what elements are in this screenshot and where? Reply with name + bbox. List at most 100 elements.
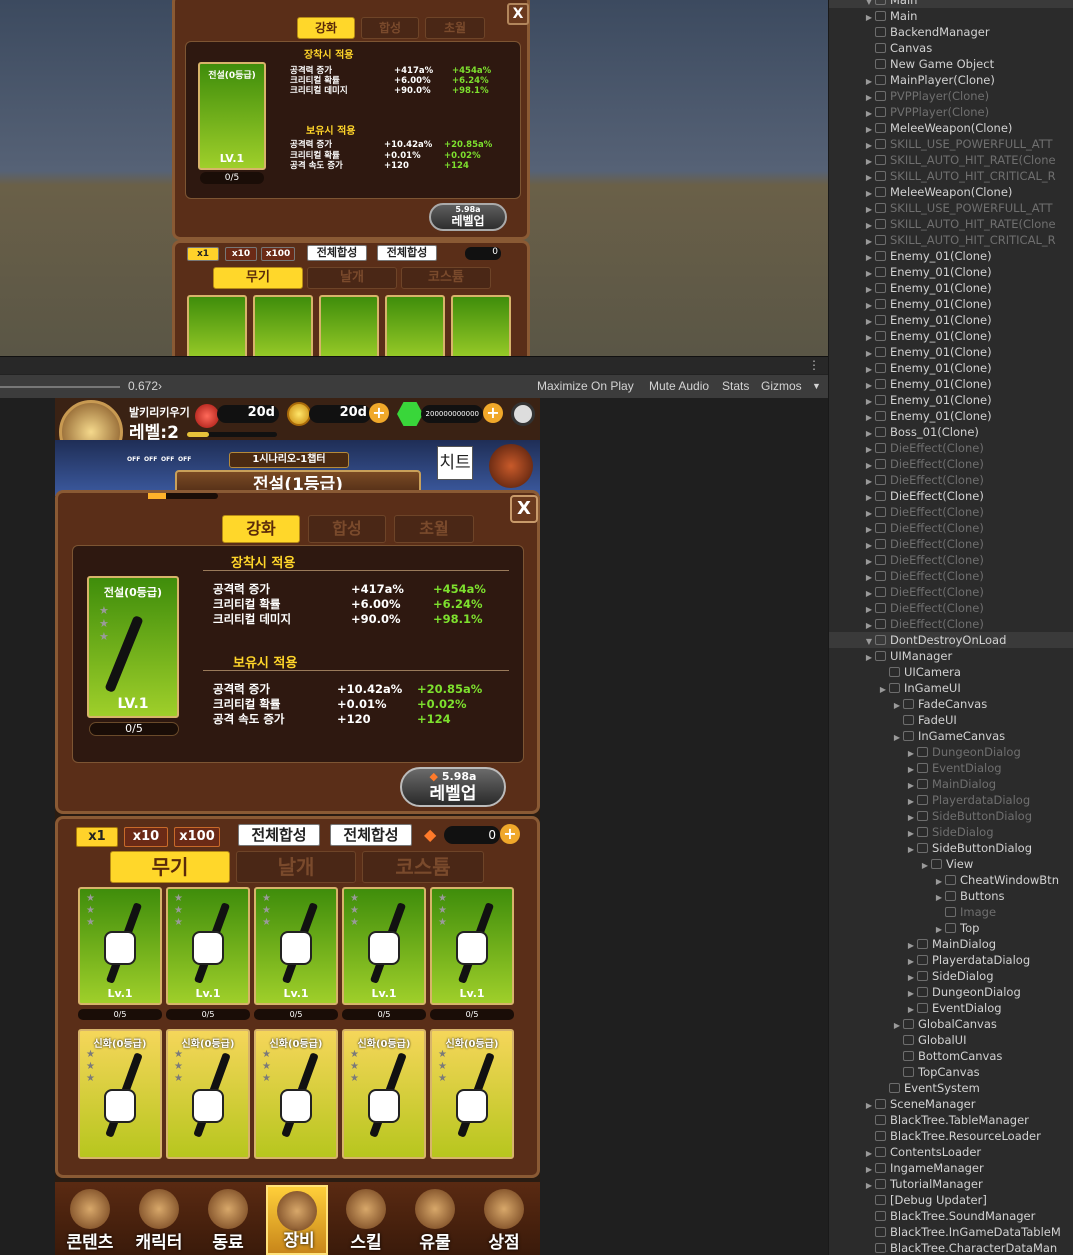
- gem-add-button[interactable]: +: [483, 403, 503, 423]
- hierarchy-item[interactable]: ▶ Buttons: [933, 888, 1005, 904]
- hierarchy-item[interactable]: GlobalUI: [891, 1032, 967, 1048]
- maximize-on-play-toggle[interactable]: Maximize On Play: [537, 379, 634, 393]
- hierarchy-item[interactable]: ▶ SceneManager: [863, 1096, 976, 1112]
- hierarchy-item[interactable]: BlackTree.InGameDataTableM: [863, 1224, 1061, 1240]
- hierarchy-item[interactable]: Canvas: [863, 40, 932, 56]
- merge-all-button-2[interactable]: 전체합성: [330, 824, 412, 846]
- nav-content[interactable]: 콘텐츠: [59, 1185, 121, 1255]
- weapon-card[interactable]: ★ ★ ★ Lv.1: [254, 887, 338, 1005]
- weapon-card[interactable]: ★ ★ ★ Lv.1: [342, 887, 426, 1005]
- merge-all-button[interactable]: 전체합성: [238, 824, 320, 846]
- hierarchy-item[interactable]: ▶ GlobalCanvas: [891, 1016, 997, 1032]
- scene-grid-card[interactable]: [187, 295, 247, 356]
- scene-mult-x10[interactable]: x10: [225, 247, 257, 261]
- hierarchy-item[interactable]: ▶ DieEffect(Clone): [863, 472, 984, 488]
- nav-companion[interactable]: 동료: [197, 1185, 259, 1255]
- cat-weapon[interactable]: 무기: [110, 851, 230, 883]
- hierarchy-item[interactable]: ▶ IngameManager: [863, 1160, 984, 1176]
- hierarchy-item[interactable]: ▶ SideDialog: [905, 824, 994, 840]
- scene-tab-enhance[interactable]: 강화: [297, 17, 355, 39]
- scene-merge-all-button-2[interactable]: 전체합성: [377, 245, 437, 261]
- hierarchy-item[interactable]: ▶ Main: [863, 8, 918, 24]
- hierarchy-item[interactable]: TopCanvas: [891, 1064, 980, 1080]
- hierarchy-item[interactable]: ▶ Enemy_01(Clone): [863, 360, 992, 376]
- nav-shop[interactable]: 상점: [473, 1185, 535, 1255]
- hierarchy-item[interactable]: ▶ ContentsLoader: [863, 1144, 981, 1160]
- hierarchy-item[interactable]: ▶ DieEffect(Clone): [863, 552, 984, 568]
- hierarchy-item[interactable]: ▶ DieEffect(Clone): [863, 616, 984, 632]
- stats-toggle[interactable]: Stats: [722, 379, 749, 393]
- mythic-card[interactable]: 신화(0등급) ★ ★ ★: [254, 1029, 338, 1159]
- weapon-card[interactable]: ★ ★ ★ Lv.1: [78, 887, 162, 1005]
- weapon-card[interactable]: ★ ★ ★ Lv.1: [166, 887, 250, 1005]
- hierarchy-item[interactable]: ▶ Enemy_01(Clone): [863, 392, 992, 408]
- panel-divider[interactable]: ⋮: [0, 356, 828, 374]
- hierarchy-item[interactable]: ▶ View: [919, 856, 973, 872]
- hierarchy-item[interactable]: ▶ EventDialog: [905, 1000, 1002, 1016]
- scale-slider[interactable]: [0, 386, 120, 388]
- tab-merge[interactable]: 합성: [308, 515, 386, 543]
- hierarchy-item[interactable]: ▶ DieEffect(Clone): [863, 456, 984, 472]
- hierarchy-item[interactable]: ▶ DieEffect(Clone): [863, 504, 984, 520]
- hierarchy-item[interactable]: ▶ MeleeWeapon(Clone): [863, 184, 1012, 200]
- hierarchy-item[interactable]: ▶ DungeonDialog: [905, 984, 1021, 1000]
- scene-grid-card[interactable]: [451, 295, 511, 356]
- hierarchy-item[interactable]: ▶ SKILL_AUTO_HIT_CRITICAL_R: [863, 232, 1056, 248]
- hierarchy-scene-row[interactable]: ▼ DontDestroyOnLoad: [829, 632, 1073, 648]
- hierarchy-item[interactable]: ▶ DungeonDialog: [905, 744, 1021, 760]
- settings-icon[interactable]: [511, 402, 535, 426]
- hierarchy-item[interactable]: ▶ Enemy_01(Clone): [863, 312, 992, 328]
- scene-grid-card[interactable]: [385, 295, 445, 356]
- hierarchy-item[interactable]: ▶ MainPlayer(Clone): [863, 72, 995, 88]
- hierarchy-item[interactable]: Image: [933, 904, 996, 920]
- hierarchy-item[interactable]: ▶ MainDialog: [905, 936, 996, 952]
- skill-toggle-3[interactable]: OFF: [161, 456, 174, 463]
- expand-arrow-icon[interactable]: ▶: [905, 842, 917, 858]
- more-menu-icon[interactable]: ⋮: [808, 358, 820, 372]
- hierarchy-item[interactable]: ▶ SideButtonDialog: [905, 840, 1032, 856]
- mult-x100[interactable]: x100: [174, 827, 220, 847]
- hierarchy-item[interactable]: BackendManager: [863, 24, 990, 40]
- hierarchy-item[interactable]: FadeUI: [891, 712, 957, 728]
- scene-levelup-button[interactable]: 5.98a 레벨업: [429, 203, 507, 231]
- mythic-card[interactable]: 신화(0등급) ★ ★ ★: [430, 1029, 514, 1159]
- hierarchy-item[interactable]: ▶ Enemy_01(Clone): [863, 280, 992, 296]
- hierarchy-item[interactable]: ▶ FadeCanvas: [891, 696, 987, 712]
- hierarchy-item[interactable]: ▶ PlayerdataDialog: [905, 952, 1030, 968]
- hierarchy-item[interactable]: ▶ PlayerdataDialog: [905, 792, 1030, 808]
- nav-skill[interactable]: 스킬: [335, 1185, 397, 1255]
- tab-transcend[interactable]: 초월: [394, 515, 474, 543]
- hierarchy-item[interactable]: ▶ Enemy_01(Clone): [863, 248, 992, 264]
- hierarchy-item[interactable]: ▶ SKILL_USE_POWERFULL_ATT: [863, 200, 1053, 216]
- game-view[interactable]: 발키리키우기 레벨:2 20d 20d + 200000000000 + OFF…: [55, 398, 540, 1255]
- cheat-button[interactable]: 치트: [437, 446, 473, 480]
- cat-costume[interactable]: 코스튬: [362, 851, 484, 883]
- hierarchy-item[interactable]: ▶ EventDialog: [905, 760, 1002, 776]
- mythic-card[interactable]: 신화(0등급) ★ ★ ★: [78, 1029, 162, 1159]
- scene-tab-merge[interactable]: 합성: [361, 17, 419, 39]
- scene-mult-x100[interactable]: x100: [261, 247, 295, 261]
- scene-cat-costume[interactable]: 코스튬: [401, 267, 491, 289]
- gold-add-button[interactable]: +: [369, 403, 389, 423]
- hierarchy-item[interactable]: ▶ PVPPlayer(Clone): [863, 104, 989, 120]
- hierarchy-item[interactable]: ▶ Enemy_01(Clone): [863, 344, 992, 360]
- mythic-card[interactable]: 신화(0등급) ★ ★ ★: [342, 1029, 426, 1159]
- hierarchy-item[interactable]: ▶ SKILL_USE_POWERFULL_ATT: [863, 136, 1053, 152]
- hierarchy-item[interactable]: [Debug Updater]: [863, 1192, 987, 1208]
- skill-toggle-4[interactable]: OFF: [178, 456, 191, 463]
- levelup-button[interactable]: ◆ 5.98a 레벨업: [400, 767, 506, 807]
- skill-toggle-1[interactable]: OFF: [127, 456, 140, 463]
- hierarchy-item[interactable]: ▶ SideDialog: [905, 968, 994, 984]
- nav-relic[interactable]: 유물: [404, 1185, 466, 1255]
- hierarchy-item[interactable]: ▶ PVPPlayer(Clone): [863, 88, 989, 104]
- hierarchy-item[interactable]: ▶ DieEffect(Clone): [863, 600, 984, 616]
- expand-arrow-icon[interactable]: ▶: [877, 682, 889, 698]
- feather-add-button[interactable]: +: [500, 824, 520, 844]
- hierarchy-item[interactable]: BlackTree.TableManager: [863, 1112, 1029, 1128]
- hierarchy-item[interactable]: EventSystem: [877, 1080, 980, 1096]
- hierarchy-item[interactable]: ▶ Enemy_01(Clone): [863, 264, 992, 280]
- hierarchy-item[interactable]: ▶ TutorialManager: [863, 1176, 983, 1192]
- hierarchy-item[interactable]: ▶ MainDialog: [905, 776, 996, 792]
- hierarchy-scene-row[interactable]: ▼ Main: [829, 0, 1073, 8]
- hierarchy-item[interactable]: ▶ Boss_01(Clone): [863, 424, 979, 440]
